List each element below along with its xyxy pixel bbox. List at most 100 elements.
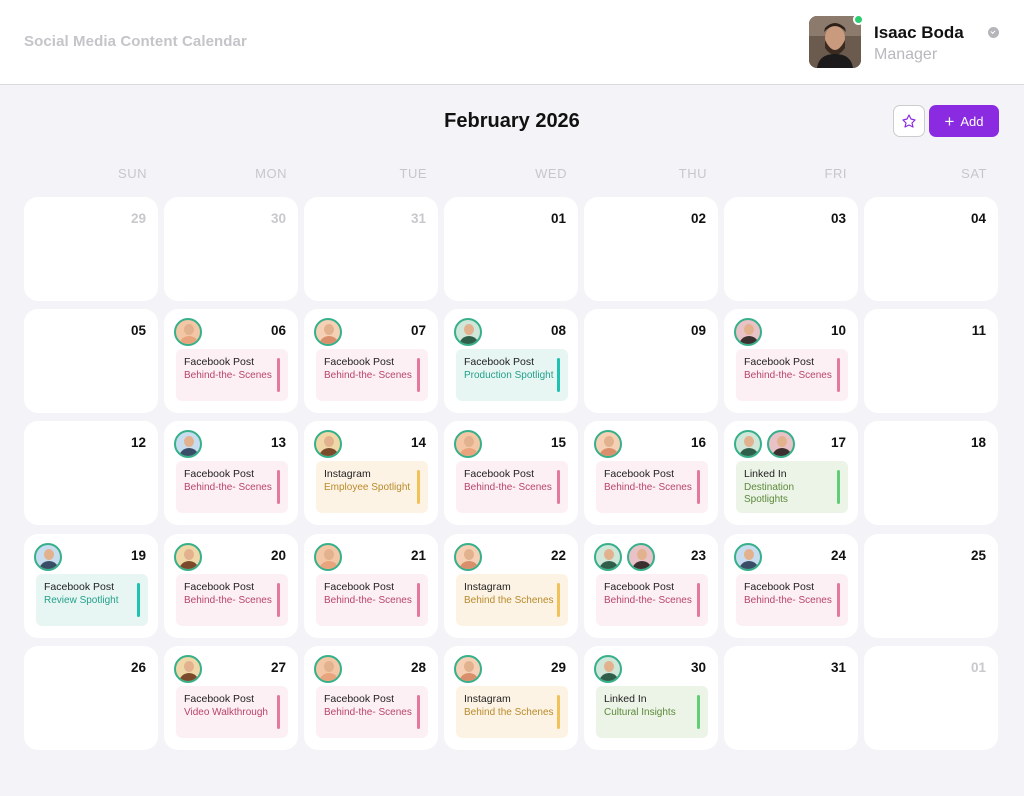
day-cell[interactable]: 18 — [864, 421, 998, 525]
day-cell[interactable]: 21 Facebook Post Behind-the- Scenes — [304, 534, 438, 638]
day-cell[interactable]: 12 — [24, 421, 158, 525]
event-card[interactable]: Instagram Employee Spotlight — [316, 461, 428, 513]
day-cell[interactable]: 09 — [584, 309, 718, 413]
assignee-avatar[interactable] — [594, 430, 622, 458]
day-cell[interactable]: 07 Facebook Post Behind-the- Scenes — [304, 309, 438, 413]
assignee-avatar[interactable] — [174, 543, 202, 571]
day-cell[interactable]: 03 — [724, 197, 858, 301]
day-cell[interactable]: 25 — [864, 534, 998, 638]
day-cell[interactable]: 24 Facebook Post Behind-the- Scenes — [724, 534, 858, 638]
event-card[interactable]: Facebook Post Behind-the- Scenes — [176, 461, 288, 513]
assignee-avatar[interactable] — [734, 543, 762, 571]
day-cell[interactable]: 20 Facebook Post Behind-the- Scenes — [164, 534, 298, 638]
event-card[interactable]: Facebook Post Production Spotlight — [456, 349, 568, 401]
event-card[interactable]: Instagram Behind the Schenes — [456, 686, 568, 738]
day-cell[interactable]: 15 Facebook Post Behind-the- Scenes — [444, 421, 578, 525]
filter-button[interactable] — [893, 105, 925, 137]
day-cell[interactable]: 08 Facebook Post Production Spotlight — [444, 309, 578, 413]
assignee-avatar[interactable] — [174, 655, 202, 683]
assignee-avatar[interactable] — [314, 655, 342, 683]
day-number: 01 — [550, 211, 566, 226]
event-card[interactable]: Facebook Post Behind-the- Scenes — [456, 461, 568, 513]
assignee-avatar[interactable] — [454, 543, 482, 571]
event-card[interactable]: Facebook Post Behind-the- Scenes — [736, 574, 848, 626]
day-cell[interactable]: 31 — [724, 646, 858, 750]
day-cell[interactable]: 05 — [24, 309, 158, 413]
assignee-avatars — [174, 655, 202, 683]
day-cell[interactable]: 22 Instagram Behind the Schenes — [444, 534, 578, 638]
day-number: 20 — [270, 548, 286, 563]
event-card[interactable]: Facebook Post Video Walkthrough — [176, 686, 288, 738]
assignee-avatar[interactable] — [314, 318, 342, 346]
assignee-avatar[interactable] — [314, 543, 342, 571]
day-cell[interactable]: 06 Facebook Post Behind-the- Scenes — [164, 309, 298, 413]
day-cell[interactable]: 02 — [584, 197, 718, 301]
day-cell[interactable]: 19 Facebook Post Review Spotlight — [24, 534, 158, 638]
day-cell[interactable]: 01 — [864, 646, 998, 750]
event-card[interactable]: Facebook Post Behind-the- Scenes — [736, 349, 848, 401]
assignee-avatar[interactable] — [314, 430, 342, 458]
assignee-avatar[interactable] — [174, 318, 202, 346]
assignee-avatar[interactable] — [627, 543, 655, 571]
day-number: 14 — [410, 435, 426, 450]
assignee-avatar[interactable] — [454, 318, 482, 346]
event-card[interactable]: Facebook Post Behind-the- Scenes — [176, 349, 288, 401]
event-card[interactable]: Facebook Post Behind-the- Scenes — [316, 574, 428, 626]
event-title: Behind-the- Scenes — [744, 595, 832, 606]
event-accent-bar — [837, 358, 840, 392]
day-number: 18 — [970, 435, 986, 450]
day-cell[interactable]: 14 Instagram Employee Spotlight — [304, 421, 438, 525]
day-number: 29 — [550, 660, 566, 675]
day-cell[interactable]: 23 Facebook Post Behind-the- Scenes — [584, 534, 718, 638]
event-card[interactable]: Facebook Post Behind-the- Scenes — [316, 686, 428, 738]
day-cell[interactable]: 27 Facebook Post Video Walkthrough — [164, 646, 298, 750]
profile-menu-icon[interactable] — [988, 27, 999, 38]
day-cell[interactable]: 04 — [864, 197, 998, 301]
day-number: 06 — [270, 323, 286, 338]
day-cell[interactable]: 30 — [164, 197, 298, 301]
day-number: 04 — [970, 211, 986, 226]
event-platform: Facebook Post — [324, 581, 395, 593]
event-card[interactable]: Instagram Behind the Schenes — [456, 574, 568, 626]
event-card[interactable]: Facebook Post Behind-the- Scenes — [596, 574, 708, 626]
day-cell[interactable]: 17 Linked In Destination Spotlights — [724, 421, 858, 525]
event-accent-bar — [837, 583, 840, 617]
user-avatar[interactable] — [809, 16, 861, 68]
event-accent-bar — [277, 358, 280, 392]
day-cell[interactable]: 13 Facebook Post Behind-the- Scenes — [164, 421, 298, 525]
event-accent-bar — [417, 358, 420, 392]
event-card[interactable]: Facebook Post Behind-the- Scenes — [596, 461, 708, 513]
assignee-avatar[interactable] — [454, 430, 482, 458]
assignee-avatar[interactable] — [734, 430, 762, 458]
assignee-avatar[interactable] — [454, 655, 482, 683]
assignee-avatar[interactable] — [174, 430, 202, 458]
day-cell[interactable]: 30 Linked In Cultural Insights — [584, 646, 718, 750]
day-number: 13 — [270, 435, 286, 450]
day-cell[interactable]: 26 — [24, 646, 158, 750]
day-cell[interactable]: 29 — [24, 197, 158, 301]
add-button[interactable]: + Add — [929, 105, 999, 137]
day-cell[interactable]: 10 Facebook Post Behind-the- Scenes — [724, 309, 858, 413]
assignee-avatar[interactable] — [594, 543, 622, 571]
assignee-avatars — [314, 543, 342, 571]
event-card[interactable]: Facebook Post Behind-the- Scenes — [316, 349, 428, 401]
event-card[interactable]: Facebook Post Review Spotlight — [36, 574, 148, 626]
day-cell[interactable]: 28 Facebook Post Behind-the- Scenes — [304, 646, 438, 750]
event-platform: Facebook Post — [44, 581, 115, 593]
event-platform: Instagram — [324, 468, 371, 480]
day-cell[interactable]: 29 Instagram Behind the Schenes — [444, 646, 578, 750]
event-card[interactable]: Linked In Destination Spotlights — [736, 461, 848, 513]
event-platform: Instagram — [464, 693, 511, 705]
event-card[interactable]: Linked In Cultural Insights — [596, 686, 708, 738]
assignee-avatar[interactable] — [767, 430, 795, 458]
day-cell[interactable]: 16 Facebook Post Behind-the- Scenes — [584, 421, 718, 525]
assignee-avatar[interactable] — [734, 318, 762, 346]
event-card[interactable]: Facebook Post Behind-the- Scenes — [176, 574, 288, 626]
assignee-avatars — [314, 655, 342, 683]
user-profile[interactable]: Isaac Boda Manager — [809, 14, 1009, 70]
assignee-avatar[interactable] — [34, 543, 62, 571]
day-cell[interactable]: 11 — [864, 309, 998, 413]
day-cell[interactable]: 31 — [304, 197, 438, 301]
day-cell[interactable]: 01 — [444, 197, 578, 301]
assignee-avatar[interactable] — [594, 655, 622, 683]
